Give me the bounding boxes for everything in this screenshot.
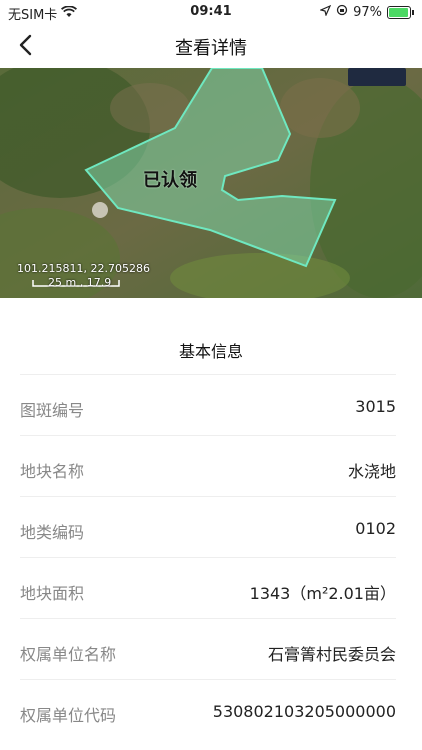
info-row-owner-name: 权属单位名称 石膏箐村民委员会 — [20, 618, 396, 680]
page-title: 查看详情 — [175, 38, 247, 59]
nav-bar: 查看详情 — [0, 22, 422, 68]
info-row-parcel-number: 图斑编号 3015 — [20, 374, 396, 436]
row-label: 权属单位代码 — [20, 706, 117, 725]
battery-percent: 97% — [353, 4, 382, 20]
status-right: 97% — [319, 4, 414, 20]
battery-fill — [389, 7, 409, 17]
map-overlay-box — [348, 68, 406, 86]
orientation-lock-icon — [336, 4, 348, 20]
scale-label: 25 m , 17.9 — [48, 276, 112, 289]
info-row-plot-name: 地块名称 水浇地 — [20, 435, 396, 497]
row-label: 地类编码 — [20, 523, 85, 542]
row-label: 权属单位名称 — [20, 645, 117, 664]
info-row-land-code: 地类编码 0102 — [20, 496, 396, 558]
polygon-label: 已认领 — [143, 170, 197, 191]
battery-icon — [387, 5, 411, 19]
row-value: 3015 — [355, 397, 396, 416]
coordinate-readout: 101.215811, 22.705286 — [17, 262, 150, 275]
map-view[interactable]: 已认领 101.215811, 22.705286 25 m , 17.9 — [0, 68, 422, 298]
row-label: 地块名称 — [20, 462, 85, 481]
row-value: 石膏箐村民委员会 — [267, 645, 396, 664]
row-value: 530802103205000000 — [212, 702, 396, 721]
row-value: 0102 — [355, 519, 396, 538]
row-value: 水浇地 — [347, 462, 396, 481]
section-title: 基本信息 — [178, 342, 243, 361]
row-value: 1343（m²2.01亩） — [249, 584, 396, 603]
location-arrow-icon — [319, 4, 332, 20]
status-bar: 无SIM卡 09:41 97% — [0, 0, 422, 23]
basic-info-section: 基本信息 图斑编号 3015 地块名称 水浇地 地类编码 0102 地块面积 1… — [0, 298, 422, 750]
info-row-plot-area: 地块面积 1343（m²2.01亩） — [20, 557, 396, 619]
row-label: 图斑编号 — [20, 401, 85, 420]
info-row-owner-code: 权属单位代码 530802103205000000 — [20, 679, 396, 741]
row-label: 地块面积 — [20, 584, 85, 603]
battery-cap — [412, 9, 414, 15]
